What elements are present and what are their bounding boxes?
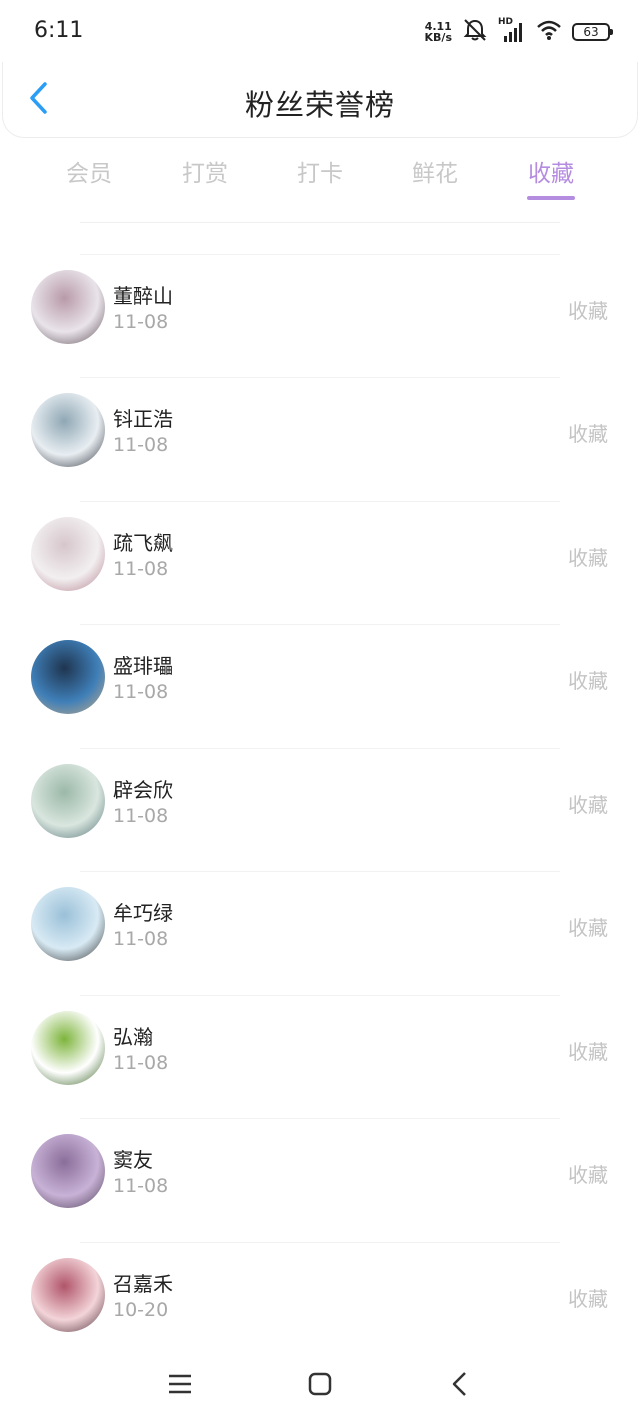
fan-date: 11-08: [113, 1052, 169, 1074]
fan-action-label: 收藏: [568, 422, 608, 446]
tab-favorites[interactable]: 收藏: [506, 154, 596, 188]
bell-muted-icon: [462, 18, 488, 46]
fan-name: 召嘉禾: [113, 1272, 173, 1296]
divider: [80, 222, 560, 223]
wifi-icon: [536, 19, 562, 45]
avatar[interactable]: [31, 517, 105, 591]
fan-date: 11-08: [113, 1175, 169, 1197]
fan-name: 弘瀚: [113, 1025, 153, 1049]
fan-date: 11-08: [113, 434, 169, 456]
fan-name: 疏飞飙: [113, 531, 173, 555]
fan-date: 11-08: [113, 558, 169, 580]
battery-indicator: 63: [572, 23, 613, 41]
fan-action-label: 收藏: [568, 793, 608, 817]
divider: [80, 254, 560, 255]
divider: [80, 501, 560, 502]
list-item[interactable]: 辟会欣 11-08 收藏: [0, 748, 640, 872]
nav-back-button[interactable]: [442, 1368, 478, 1404]
avatar[interactable]: [31, 764, 105, 838]
fan-name: 盛琲瓃: [113, 654, 173, 678]
fan-action-label: 收藏: [568, 1040, 608, 1064]
fan-action-label: 收藏: [568, 1287, 608, 1311]
fan-date: 11-08: [113, 928, 169, 950]
fan-date: 10-20: [113, 1299, 169, 1321]
nav-back-icon: [450, 1371, 470, 1401]
divider: [80, 871, 560, 872]
fan-name: 董醉山: [113, 284, 173, 308]
avatar[interactable]: [31, 393, 105, 467]
home-icon: [307, 1371, 333, 1401]
network-speed: 4.11 KB/s: [425, 21, 452, 43]
status-time: 6:11: [34, 18, 84, 43]
menu-button[interactable]: [162, 1368, 198, 1404]
fan-name: 窦友: [113, 1148, 153, 1172]
fan-name: 辟会欣: [113, 778, 173, 802]
fan-action-label: 收藏: [568, 299, 608, 323]
divider: [80, 1118, 560, 1119]
tab-membership[interactable]: 会员: [44, 154, 134, 188]
tab-checkin[interactable]: 打卡: [275, 154, 365, 188]
active-tab-indicator: [527, 196, 575, 200]
status-icons: 4.11 KB/s HD 63: [425, 17, 613, 46]
avatar[interactable]: [31, 1134, 105, 1208]
list-item[interactable]: 召嘉禾 10-20 收藏: [0, 1242, 640, 1366]
list-item[interactable]: 董醉山 11-08 收藏: [0, 254, 640, 378]
divider: [80, 624, 560, 625]
signal-icon: HD: [498, 17, 526, 44]
list-item[interactable]: 疏飞飙 11-08 收藏: [0, 501, 640, 625]
avatar[interactable]: [31, 1258, 105, 1332]
fan-action-label: 收藏: [568, 669, 608, 693]
tab-flowers[interactable]: 鲜花: [390, 154, 480, 188]
page-title: 粉丝荣誉榜: [244, 88, 395, 122]
fan-name: 钭正浩: [113, 407, 173, 431]
menu-icon: [167, 1373, 193, 1399]
divider: [80, 1242, 560, 1243]
list-item[interactable]: 窦友 11-08 收藏: [0, 1118, 640, 1242]
divider: [80, 377, 560, 378]
home-button[interactable]: [302, 1368, 338, 1404]
avatar[interactable]: [31, 640, 105, 714]
list-item[interactable]: 钭正浩 11-08 收藏: [0, 377, 640, 501]
fan-action-label: 收藏: [568, 546, 608, 570]
network-speed-unit: KB/s: [424, 31, 452, 44]
list-item[interactable]: 牟巧绿 11-08 收藏: [0, 871, 640, 995]
system-nav-bar: [0, 1350, 640, 1423]
fan-name: 牟巧绿: [113, 901, 173, 925]
avatar[interactable]: [31, 1011, 105, 1085]
fan-date: 11-08: [113, 681, 169, 703]
divider: [80, 995, 560, 996]
fan-action-label: 收藏: [568, 1163, 608, 1187]
avatar[interactable]: [31, 887, 105, 961]
divider: [80, 748, 560, 749]
list-item[interactable]: 盛琲瓃 11-08 收藏: [0, 624, 640, 748]
list-item[interactable]: 弘瀚 11-08 收藏: [0, 995, 640, 1119]
tab-reward[interactable]: 打赏: [160, 154, 250, 188]
header-bar: 粉丝荣誉榜: [2, 62, 638, 138]
fan-date: 11-08: [113, 311, 169, 333]
status-bar: 6:11 4.11 KB/s HD 63: [0, 0, 640, 62]
avatar[interactable]: [31, 270, 105, 344]
fan-action-label: 收藏: [568, 916, 608, 940]
fan-date: 11-08: [113, 805, 169, 827]
